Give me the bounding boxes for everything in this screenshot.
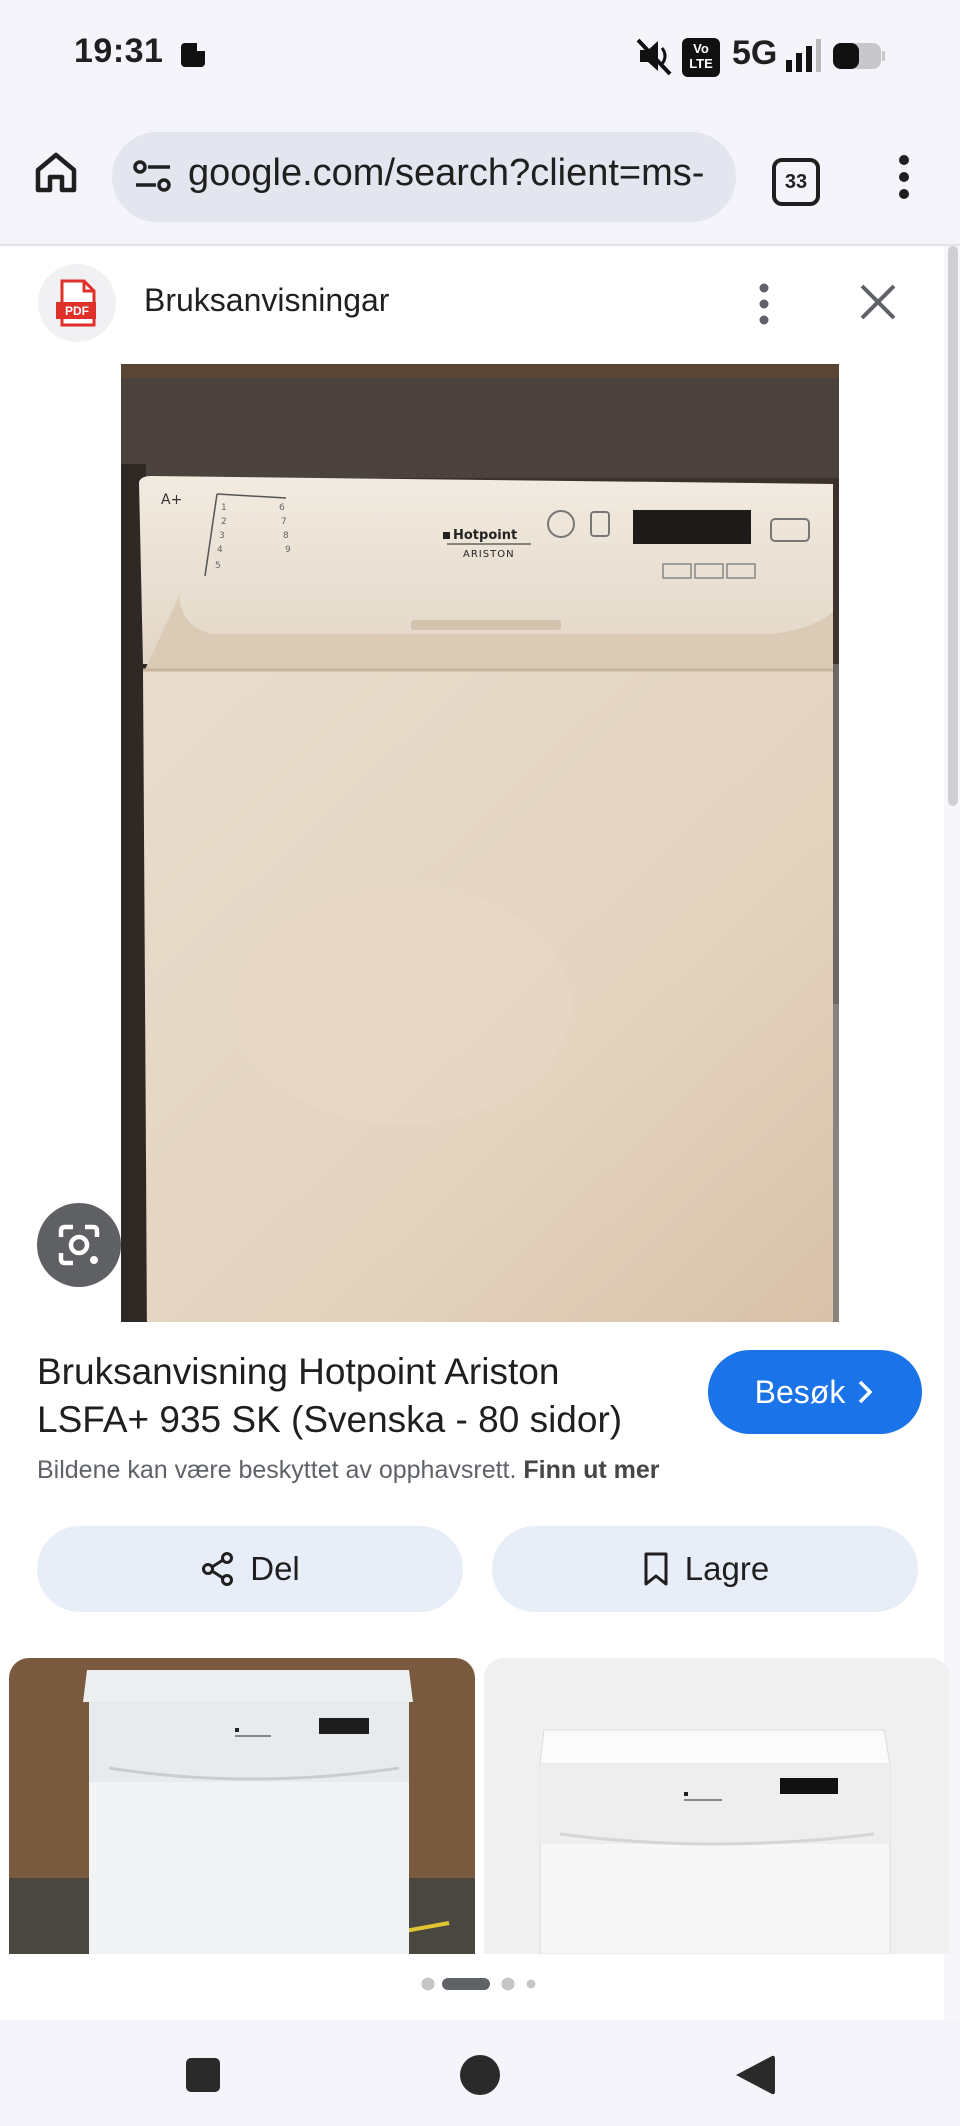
related-image[interactable] [484, 1658, 950, 1954]
bookmark-icon [644, 1552, 668, 1586]
result-title[interactable]: Bruksanvisning Hotpoint Ariston LSFA+ 93… [37, 1348, 677, 1444]
signal-icon [786, 39, 821, 72]
svg-text:1: 1 [221, 503, 227, 513]
svg-text:A+: A+ [161, 492, 182, 508]
close-icon[interactable] [856, 280, 900, 324]
share-icon [202, 1552, 234, 1586]
save-button[interactable]: Lagre [492, 1526, 918, 1612]
dishwasher-thumbnail [484, 1658, 950, 1954]
carousel-indicator [421, 1977, 536, 1991]
carousel-dot[interactable] [501, 1977, 515, 1991]
tune-icon[interactable] [132, 155, 174, 197]
source-favicon: PDF [38, 264, 116, 342]
svg-text:6: 6 [279, 503, 285, 513]
copyright-text: Bildene kan være beskyttet av opphavsret… [37, 1456, 517, 1484]
home-nav-icon[interactable] [459, 2054, 501, 2096]
svg-text:2: 2 [221, 517, 227, 527]
brand-top-label: Hotpoint [453, 528, 517, 543]
pdf-badge-label: PDF [65, 304, 89, 318]
scrollbar[interactable] [948, 246, 958, 806]
back-icon[interactable] [734, 2054, 776, 2096]
volte-icon: Vo LTE [682, 38, 720, 77]
carousel-dot[interactable] [421, 1977, 435, 1991]
svg-text:9: 9 [285, 545, 291, 555]
recents-icon[interactable] [184, 2056, 222, 2094]
chevron-right-icon [859, 1380, 873, 1404]
battery-icon [833, 43, 885, 69]
result-image[interactable]: A+ 1 2 3 4 5 6 7 8 9 Hotpoint ARISTON [121, 364, 839, 1322]
menu-icon[interactable] [890, 152, 918, 202]
status-bar: 19:31 Vo LTE 5G [0, 0, 960, 112]
status-time: 19:31 [74, 32, 164, 70]
more-options-icon[interactable] [752, 282, 776, 326]
mute-icon [636, 38, 672, 76]
svg-text:4: 4 [217, 545, 223, 555]
lens-icon [58, 1224, 100, 1266]
lens-search-button[interactable] [37, 1203, 121, 1287]
save-label: Lagre [684, 1550, 770, 1587]
carousel-dot-active[interactable] [442, 1978, 490, 1990]
url-text[interactable]: google.com/search?client=ms- [188, 152, 734, 195]
dishwasher-photo: A+ 1 2 3 4 5 6 7 8 9 Hotpoint ARISTON [121, 364, 839, 1322]
copyright-notice: Bildene kan være beskyttet av opphavsret… [37, 1456, 660, 1485]
visit-button[interactable]: Besøk [708, 1350, 922, 1434]
dishwasher-thumbnail [9, 1658, 475, 1954]
stop-icon [181, 42, 206, 67]
system-nav-bar [0, 2020, 960, 2126]
related-image[interactable] [9, 1658, 475, 1954]
svg-text:8: 8 [283, 531, 289, 541]
share-button[interactable]: Del [37, 1526, 463, 1612]
learn-more-link[interactable]: Finn ut mer [523, 1456, 659, 1484]
brand-bottom-label: ARISTON [463, 549, 515, 560]
carousel-dot[interactable] [526, 1979, 536, 1989]
visit-label: Besøk [754, 1373, 846, 1410]
network-type: 5G [732, 34, 778, 72]
tab-switcher-button[interactable]: 33 [772, 158, 820, 206]
home-icon[interactable] [34, 150, 78, 194]
svg-text:5: 5 [215, 561, 221, 571]
source-name[interactable]: Bruksanvisningar [144, 282, 389, 319]
pdf-icon [56, 279, 96, 327]
share-label: Del [250, 1550, 300, 1587]
svg-text:3: 3 [219, 531, 225, 541]
svg-text:7: 7 [281, 517, 287, 527]
